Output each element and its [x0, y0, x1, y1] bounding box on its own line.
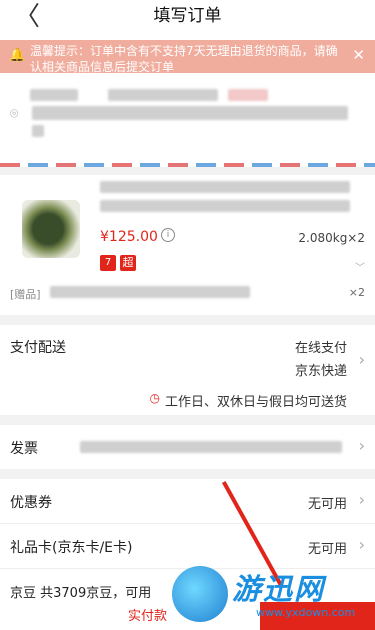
gift-name-blurred [50, 286, 250, 298]
supermarket-tag: 超 [120, 255, 136, 271]
address-line1-blurred [32, 106, 348, 120]
info-icon[interactable]: i [161, 228, 175, 242]
recipient-phone-blurred [108, 89, 218, 101]
seven-day-tag: 7 [100, 255, 116, 271]
coupon-row[interactable]: 优惠券 无可用 › [0, 469, 375, 523]
jingdou-label: 京豆 共3709京豆，可用 [10, 586, 152, 601]
location-pin-icon: ⌾ [10, 106, 19, 122]
delivery-method: 京东快递 [294, 364, 347, 379]
page-title: 填写订单 [153, 6, 222, 26]
giftcard-row[interactable]: 礼品卡(京东卡/E卡) 无可用 › [0, 523, 375, 568]
address-line2-blurred [32, 125, 44, 137]
total-label: 实付款 [128, 609, 168, 624]
warning-banner: 🔔 温馨提示：订单中含有不支持7天无理由退货的商品，请确认相关商品信息后提交订单… [0, 40, 375, 74]
product-subtitle-blurred [100, 200, 350, 212]
coupon-label: 优惠券 [10, 495, 52, 511]
bell-icon: 🔔 [9, 48, 26, 63]
product-card[interactable]: ¥125.00 i 2.080kg×2 7 超 ﹀ [赠品] ×2 [0, 167, 375, 315]
header: 〈 填写订单 [0, 0, 375, 40]
payment-method: 在线支付 [294, 341, 347, 356]
product-title-blurred [100, 181, 350, 193]
watermark: 游迅网 www.yxdown.com [172, 564, 372, 626]
gift-label: [赠品] [10, 288, 41, 301]
product-image[interactable] [22, 200, 80, 258]
recipient-name-blurred [30, 89, 78, 101]
payment-delivery-row[interactable]: 支付配送 在线支付 京东快递 › ◷ 工作日、双休日与假日均可送货 [0, 315, 375, 415]
payment-label: 支付配送 [10, 340, 66, 356]
invoice-value-blurred [80, 441, 342, 453]
product-price: ¥125.00 [100, 229, 158, 245]
giftcard-value: 无可用 [307, 542, 347, 557]
address-tag-blurred [228, 89, 268, 101]
chevron-right-icon: › [358, 436, 365, 455]
delivery-time-note: 工作日、双休日与假日均可送货 [164, 395, 347, 410]
invoice-row[interactable]: 发票 › [0, 415, 375, 469]
product-weight: 2.080kg×2 [298, 231, 365, 245]
watermark-logo-icon [172, 566, 228, 622]
chevron-right-icon: › [358, 535, 365, 554]
chevron-right-icon: › [358, 490, 365, 509]
watermark-url: www.yxdown.com [256, 606, 356, 619]
clock-icon: ◷ [149, 391, 160, 405]
watermark-brand: 游迅网 [232, 572, 326, 606]
giftcard-label: 礼品卡(京东卡/E卡) [10, 540, 133, 556]
coupon-value: 无可用 [307, 497, 347, 512]
address-section[interactable]: ⌾ [0, 73, 375, 163]
close-icon[interactable]: ✕ [352, 47, 365, 63]
invoice-label: 发票 [10, 441, 38, 457]
chevron-right-icon: › [358, 350, 365, 369]
gift-qty: ×2 [348, 286, 365, 299]
warning-text: 温馨提示：订单中含有不支持7天无理由退货的商品，请确认相关商品信息后提交订单 [30, 44, 338, 74]
chevron-down-icon[interactable]: ﹀ [355, 259, 365, 274]
